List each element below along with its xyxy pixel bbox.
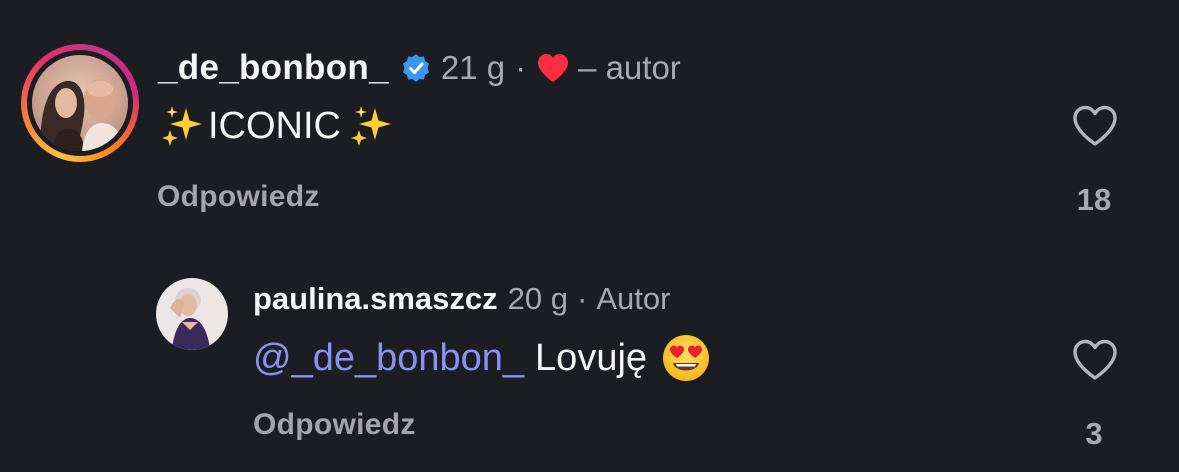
author-label: Autor xyxy=(596,281,671,316)
separator-dot: · xyxy=(577,281,588,316)
comment-header: paulina.smaszcz 20 g · Autor xyxy=(253,278,670,320)
verified-badge-icon xyxy=(402,54,429,82)
reply-button[interactable]: Odpowiedz xyxy=(157,180,320,214)
like-heart-icon[interactable] xyxy=(1071,104,1119,148)
story-ring-avatar[interactable] xyxy=(21,44,139,162)
comments-screen: _de_bonbon_ 21 g · – autor ICONIC Odpowi… xyxy=(0,0,1179,472)
comment-header: _de_bonbon_ 21 g · – autor xyxy=(158,44,681,92)
comment-text: @_de_bonbon_ Lovuję xyxy=(253,332,711,384)
like-count: 18 xyxy=(1076,182,1112,217)
reply-button[interactable]: Odpowiedz xyxy=(253,408,416,442)
red-heart-icon xyxy=(538,54,569,82)
username[interactable]: _de_bonbon_ xyxy=(158,48,389,88)
avatar xyxy=(32,55,128,151)
heart-eyes-emoji xyxy=(663,335,710,381)
avatar[interactable] xyxy=(156,278,228,350)
comment-text: ICONIC xyxy=(160,100,393,152)
timestamp: 21 g xyxy=(440,49,506,86)
like-count: 3 xyxy=(1085,416,1103,451)
sparkles-icon xyxy=(351,106,391,146)
separator-dot: · xyxy=(515,49,527,86)
like-heart-icon[interactable] xyxy=(1071,338,1119,382)
timestamp: 20 g xyxy=(507,281,568,316)
mention-link[interactable]: @_de_bonbon_ xyxy=(253,337,524,380)
comment-body: Lovuję xyxy=(535,336,648,379)
author-liked-label: – autor xyxy=(578,49,681,86)
username[interactable]: paulina.smaszcz xyxy=(253,281,498,317)
sparkles-icon xyxy=(162,106,202,146)
comment-body: ICONIC xyxy=(208,104,341,147)
